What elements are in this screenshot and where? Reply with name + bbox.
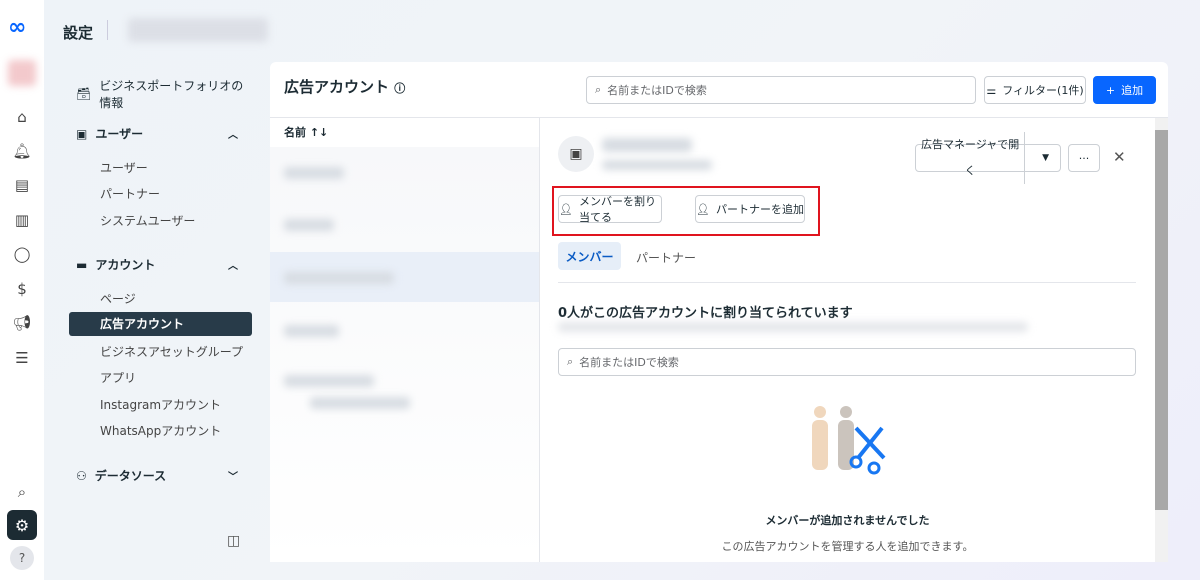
add-button[interactable]: + 追加 [1093,76,1156,104]
placeholder: 名前またはIDで検索 [579,356,679,369]
close-icon[interactable]: ✕ [1113,148,1126,166]
add-person-icon: 👤︎ [696,202,710,216]
briefcase-icon: 🗃︎ [76,87,92,101]
sidebar-section-accounts[interactable]: ▬ アカウント ︿ [76,256,246,273]
insights-icon[interactable]: ▥ [12,210,32,230]
chevron-up-icon: ︿ [228,130,238,141]
chat-icon[interactable]: ◯ [12,244,32,264]
page-title: 設定 [63,24,94,42]
home-icon[interactable]: ⌂ [12,107,32,127]
label: パートナーを追加 [715,203,804,216]
label: 追加 [1121,84,1144,97]
collapse-sidebar-icon[interactable]: ◫ [227,533,240,549]
empty-state-description: この広告アカウントを管理する人を追加できます。 [721,540,974,553]
sidebar-item-partners[interactable]: パートナー [100,185,160,202]
list-item[interactable] [284,219,334,231]
empty-state-title: メンバーが追加されませんでした [765,514,930,527]
tab-members[interactable]: メンバー [558,242,621,270]
open-ads-manager-button[interactable]: 広告マネージャで開く [916,132,1026,184]
list-item[interactable] [284,375,374,387]
search-icon: ⌕ [595,83,602,96]
sidebar-section-datasources[interactable]: ⚇ データソース ﹀ [76,467,246,484]
label: メンバーを割り当てる [578,195,656,224]
sliders-icon: ⚌ [986,83,997,97]
dollar-icon[interactable]: $ [12,279,32,299]
sidebar-section-users[interactable]: ▣ ユーザー ︿ [76,125,246,142]
divider [107,20,108,40]
bell-icon[interactable]: 🔔︎ [12,141,32,161]
sort-icon: ↑↓ [309,126,329,139]
account-name [602,138,692,152]
add-partner-button[interactable]: 👤︎ パートナーを追加 [695,195,805,223]
id-card-icon: ▣ [76,126,88,141]
pages-icon[interactable]: ▤ [12,175,32,195]
label: ビジネスポートフォリオの情報 [99,79,244,110]
gear-icon[interactable]: ⚙ [7,510,37,540]
chevron-down-icon: ﹀ [228,472,238,483]
tab-partners[interactable]: パートナー [636,249,696,266]
caret-down-icon[interactable]: ▼ [1031,153,1060,163]
filter-button[interactable]: ⚌ フィルター(1件) [984,76,1086,104]
sidebar-item-ad-accounts[interactable]: 広告アカウント [69,312,252,336]
assigned-count-heading: 0人がこの広告アカウントに割り当てられています [558,306,853,321]
megaphone-icon[interactable]: 📢︎ [12,313,32,333]
chevron-up-icon: ︿ [228,261,238,272]
sidebar-item-system-users[interactable]: システムユーザー [100,212,195,229]
datasource-icon: ⚇ [76,468,87,483]
scrollbar[interactable] [1155,118,1168,562]
empty-state-illustration [812,406,886,475]
label: フィルター(1件) [1002,84,1084,97]
left-rail: ∞ ⌂ 🔔︎ ▤ ▥ ◯ $ 📢︎ ☰ ⌕ ⚙ ? [0,0,44,580]
scrollbar-thumb[interactable] [1155,130,1168,510]
search-icon: ⌕ [567,355,574,368]
divider [558,282,1136,283]
account-id [602,160,712,170]
menu-icon[interactable]: ☰ [12,348,32,368]
label: ユーザー [95,127,144,141]
column-header-name[interactable]: 名前 ↑↓ [284,124,328,140]
sidebar-item-whatsapp[interactable]: WhatsAppアカウント [100,422,221,439]
member-search-input[interactable]: ⌕ 名前またはIDで検索 [558,348,1136,376]
list-item-selected[interactable] [270,252,540,302]
info-icon[interactable]: ⓘ [394,82,405,95]
sidebar-item-users[interactable]: ユーザー [100,159,148,176]
add-person-icon: 👤︎ [559,202,573,216]
label: アカウント [95,258,156,272]
panel-title: 広告アカウント ⓘ [284,78,406,96]
sidebar-item-business-info[interactable]: 🗃︎ ビジネスポートフォリオの情報 [76,77,246,111]
business-name[interactable] [128,18,268,42]
help-icon[interactable]: ? [10,546,34,570]
search-input[interactable]: ⌕ 名前またはIDで検索 [586,76,976,104]
meta-logo-icon[interactable]: ∞ [8,17,38,39]
assign-member-button[interactable]: 👤︎ メンバーを割り当てる [558,195,662,224]
search-icon[interactable]: ⌕ [12,482,32,502]
ad-account-icon: ▣ [558,136,594,172]
list-item[interactable] [284,325,339,337]
sidebar-item-asset-groups[interactable]: ビジネスアセットグループ [100,343,243,360]
plus-icon: + [1105,83,1116,97]
open-ads-manager-split-button[interactable]: 広告マネージャで開く ▼ [915,132,1061,184]
sidebar-item-pages[interactable]: ページ [100,290,136,307]
placeholder: 名前またはIDで検索 [607,84,707,97]
list-item-sub [310,397,410,409]
detail-panel: ▣ 広告マネージャで開く ▼ ··· ✕ 👤︎ メンバーを割り当てる 👤︎ パートナー… [540,118,1155,562]
sidebar-item-instagram[interactable]: Instagramアカウント [100,396,221,413]
business-avatar[interactable] [8,60,36,86]
archive-icon: ▬ [76,257,88,272]
list-item[interactable] [284,167,344,179]
label: データソース [94,469,167,483]
ad-accounts-panel: 広告アカウント ⓘ ⌕ 名前またはIDで検索 ⚌ フィルター(1件) + 追加 名前 … [270,62,1168,562]
sidebar-item-apps[interactable]: アプリ [100,369,136,386]
more-options-button[interactable]: ··· [1068,144,1100,172]
description [558,322,1028,332]
account-list [270,147,540,562]
